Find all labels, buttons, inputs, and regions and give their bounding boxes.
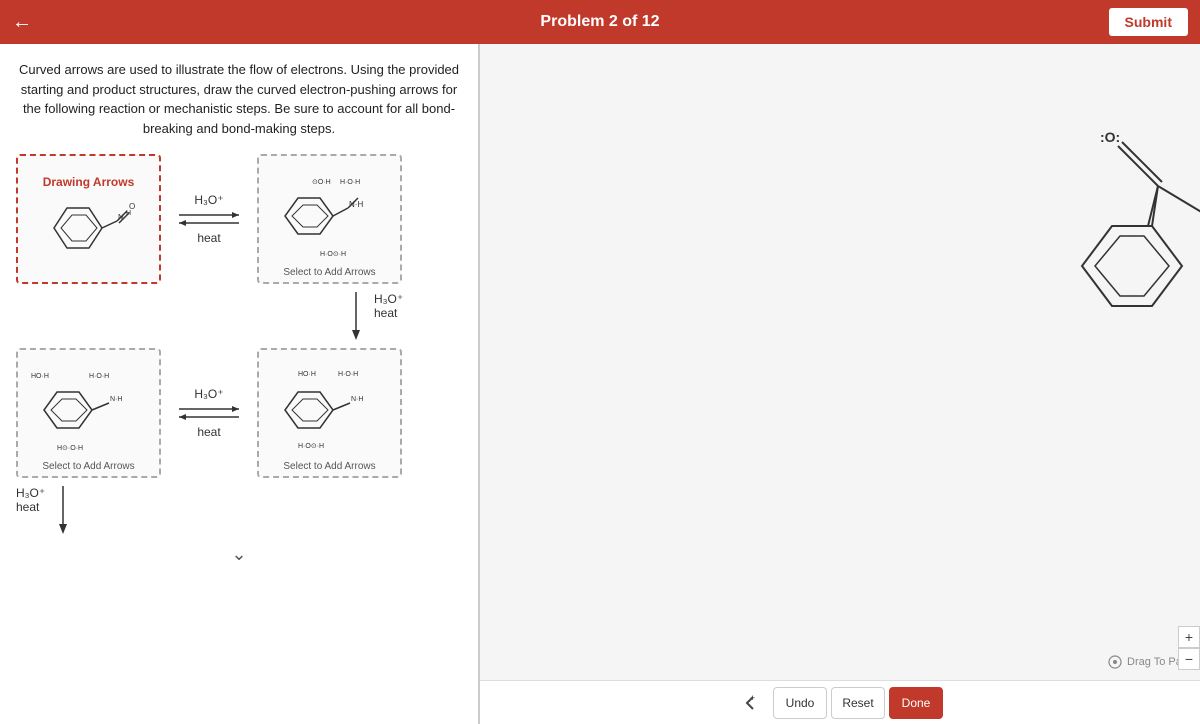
double-arrow-svg-1 xyxy=(174,207,244,231)
done-button[interactable]: Done xyxy=(889,687,943,719)
drawing-label: Drawing Arrows xyxy=(43,175,135,189)
svg-text:HO·H: HO·H xyxy=(31,373,49,380)
select-label-1: Select to Add Arrows xyxy=(259,267,400,278)
svg-text:H·O·H: H·O·H xyxy=(89,373,109,380)
select-label-3: Select to Add Arrows xyxy=(259,461,400,472)
heat-1: heat xyxy=(197,231,220,245)
reset-button[interactable]: Reset xyxy=(831,687,885,719)
main-layout: Curved arrows are used to illustrate the… xyxy=(0,44,1200,724)
vert-reagent: H₃O⁺ xyxy=(374,292,403,306)
svg-text:HO·H: HO·H xyxy=(298,371,316,378)
reagent-2: H₃O⁺ xyxy=(194,387,223,401)
select-arrows-box-3[interactable]: HO·H H·O·H N·H H·O⊙·H Select to Add Arro… xyxy=(257,348,402,478)
vert-heat: heat xyxy=(374,306,403,320)
back-button[interactable]: ← xyxy=(12,11,32,34)
molecule-svg-1: N H O xyxy=(39,193,139,263)
bottom-heat: heat xyxy=(16,500,45,514)
zoom-out-button[interactable]: − xyxy=(1178,648,1200,670)
svg-text:N·H: N·H xyxy=(110,396,122,403)
select-arrows-box-1[interactable]: ⊙O·H H·O·H N·H H·O⊙·H Select to Add Arro… xyxy=(257,154,402,284)
reagent-1: H₃O⁺ xyxy=(194,193,223,207)
svg-text:H·O⊙·H: H·O⊙·H xyxy=(320,251,346,258)
zoom-in-button[interactable]: + xyxy=(1178,626,1200,648)
reaction-row-2: HO·H H·O·H N·H H⊙·O·H Select to Add Arro… xyxy=(16,348,462,478)
header: ← Problem 2 of 12 Submit xyxy=(0,0,1200,44)
svg-text:H·O⊙·H: H·O⊙·H xyxy=(298,443,324,450)
right-panel: :O: N H H H xyxy=(480,44,1200,724)
svg-text:H·O·H: H·O·H xyxy=(340,179,360,186)
zoom-controls: + − xyxy=(1178,626,1200,670)
drag-icon xyxy=(1107,654,1123,670)
svg-text:⊙O·H: ⊙O·H xyxy=(312,179,331,186)
problem-title: Problem 2 of 12 xyxy=(540,13,659,31)
chevron-down-area[interactable]: ⌄ xyxy=(16,544,462,565)
left-panel: Curved arrows are used to illustrate the… xyxy=(0,44,480,724)
double-arrow-svg-2 xyxy=(174,401,244,425)
heat-2: heat xyxy=(197,425,220,439)
drawing-arrows-box[interactable]: Drawing Arrows N H O xyxy=(16,154,161,284)
bottom-toolbar: + Undo Reset Done xyxy=(480,680,1200,724)
vertical-connector-1: H₃O⁺ heat xyxy=(346,292,462,342)
chevron-down-icon[interactable]: ⌄ xyxy=(231,544,246,564)
main-molecule-svg: :O: N H H xyxy=(1040,124,1200,424)
arrow-block-1: H₃O⁺ heat xyxy=(169,193,249,245)
bottom-conditions-area: H₃O⁺ heat xyxy=(16,486,462,536)
vertical-arrow-svg xyxy=(346,292,366,342)
bottom-reagent: H₃O⁺ xyxy=(16,486,45,500)
bottom-vert-arrow xyxy=(53,486,73,536)
svg-text::O:: :O: xyxy=(1100,129,1120,145)
drag-to-pan-label: Drag To Pan xyxy=(1107,654,1188,670)
canvas-area[interactable]: :O: N H H H xyxy=(480,44,1200,680)
back-arrow-icon: + xyxy=(743,693,763,713)
svg-text:O: O xyxy=(129,202,135,211)
arrow-block-2: H₃O⁺ heat xyxy=(169,387,249,439)
svg-text:H⊙·O·H: H⊙·O·H xyxy=(57,445,83,452)
svg-text:+: + xyxy=(750,693,755,703)
submit-button[interactable]: Submit xyxy=(1109,8,1188,36)
molecule-svg-2: ⊙O·H H·O·H N·H H·O⊙·H xyxy=(270,174,390,264)
instructions-text: Curved arrows are used to illustrate the… xyxy=(16,60,462,138)
molecule-svg-3: HO·H H·O·H N·H H⊙·O·H xyxy=(29,368,149,458)
svg-text:H·O·H: H·O·H xyxy=(338,371,358,378)
reaction-row-1: Drawing Arrows N H O H₃O⁺ xyxy=(16,154,462,284)
back-pan-button[interactable]: + xyxy=(737,687,769,719)
svg-text:N·H: N·H xyxy=(351,396,363,403)
select-arrows-box-2[interactable]: HO·H H·O·H N·H H⊙·O·H Select to Add Arro… xyxy=(16,348,161,478)
undo-button[interactable]: Undo xyxy=(773,687,827,719)
molecule-svg-4: HO·H H·O·H N·H H·O⊙·H xyxy=(270,368,390,458)
select-label-2: Select to Add Arrows xyxy=(18,461,159,472)
